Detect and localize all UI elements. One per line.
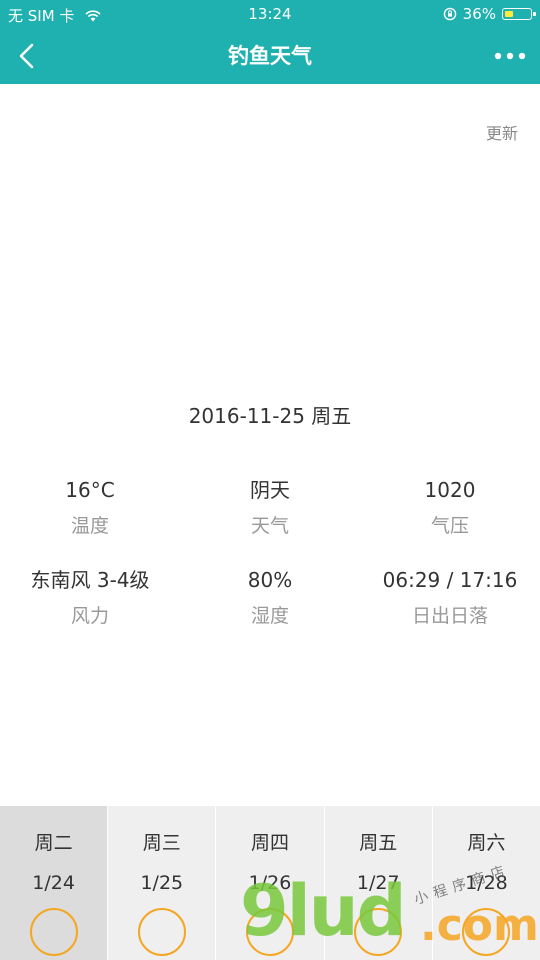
day-tab-saturday[interactable]: 周六 1/28 [431, 806, 540, 960]
info-row: 16°C 温度 阴天 天气 1020 气压 [0, 475, 540, 565]
wind-label: 风力 [70, 605, 109, 627]
pressure-label: 气压 [430, 515, 469, 537]
day-date: 1/25 [140, 872, 184, 894]
selected-date: 2016-11-25 周五 [188, 404, 352, 428]
back-arrow-icon[interactable] [12, 40, 44, 72]
sunrise-sunset-label: 日出日落 [411, 605, 488, 627]
weather-info-grid: 16°C 温度 阴天 天气 1020 气压 东南风 3-4级 风力 80% 湿度… [0, 475, 540, 655]
temperature-label: 温度 [70, 515, 109, 537]
day-date: 1/28 [465, 872, 508, 894]
day-date: 1/26 [248, 872, 292, 894]
status-bar: 无 SIM 卡 13:24 36% [0, 0, 540, 28]
sunrise-sunset-value: 06:29 / 17:16 [382, 568, 518, 592]
battery-icon [502, 8, 536, 20]
day-tab-friday[interactable]: 周五 1/27 [323, 806, 432, 960]
battery-percent: 36% [462, 5, 496, 23]
day-date: 1/27 [356, 872, 400, 894]
wind-value: 东南风 3-4级 [30, 568, 150, 592]
rotation-lock-icon [443, 7, 456, 21]
day-tab-thursday[interactable]: 周四 1/26 [215, 806, 323, 960]
weather-cell: 阴天 天气 [180, 475, 360, 565]
nav-bar: 钓鱼天气 [0, 28, 540, 84]
humidity-value: 80% [247, 568, 293, 592]
refresh-button[interactable]: 更新 [486, 120, 518, 144]
temperature-cell: 16°C 温度 [0, 475, 180, 565]
day-tab-wednesday[interactable]: 周三 1/25 [107, 806, 215, 960]
week-selector: 周二 1/24 周三 1/25 周四 1/26 周五 1/27 周六 1/28 [0, 806, 540, 960]
day-name: 周五 [359, 832, 398, 854]
temperature-value: 16°C [65, 478, 115, 502]
humidity-label: 湿度 [250, 605, 289, 627]
weather-ring-icon [462, 908, 511, 956]
day-name: 周四 [251, 832, 290, 854]
status-right-group: 36% [443, 5, 536, 23]
page-title: 钓鱼天气 [228, 44, 312, 68]
weather-value: 阴天 [250, 478, 290, 502]
battery-level [504, 10, 514, 17]
weather-ring-icon [29, 908, 78, 956]
humidity-cell: 80% 湿度 [180, 565, 360, 655]
info-row: 东南风 3-4级 风力 80% 湿度 06:29 / 17:16 日出日落 [0, 565, 540, 655]
weather-ring-icon [137, 908, 186, 956]
sunrise-sunset-cell: 06:29 / 17:16 日出日落 [360, 565, 540, 655]
weather-ring-icon [246, 908, 294, 956]
pressure-value: 1020 [424, 478, 476, 502]
weather-ring-icon [354, 908, 403, 956]
day-date: 1/24 [32, 872, 75, 894]
day-tab-tuesday[interactable]: 周二 1/24 [0, 806, 108, 960]
day-name: 周三 [142, 832, 181, 854]
pressure-cell: 1020 气压 [360, 475, 540, 565]
more-dots-icon[interactable] [490, 40, 530, 72]
wind-cell: 东南风 3-4级 风力 [0, 565, 180, 655]
day-name: 周二 [34, 832, 73, 854]
day-name: 周六 [467, 832, 506, 854]
weather-label: 天气 [250, 515, 289, 537]
